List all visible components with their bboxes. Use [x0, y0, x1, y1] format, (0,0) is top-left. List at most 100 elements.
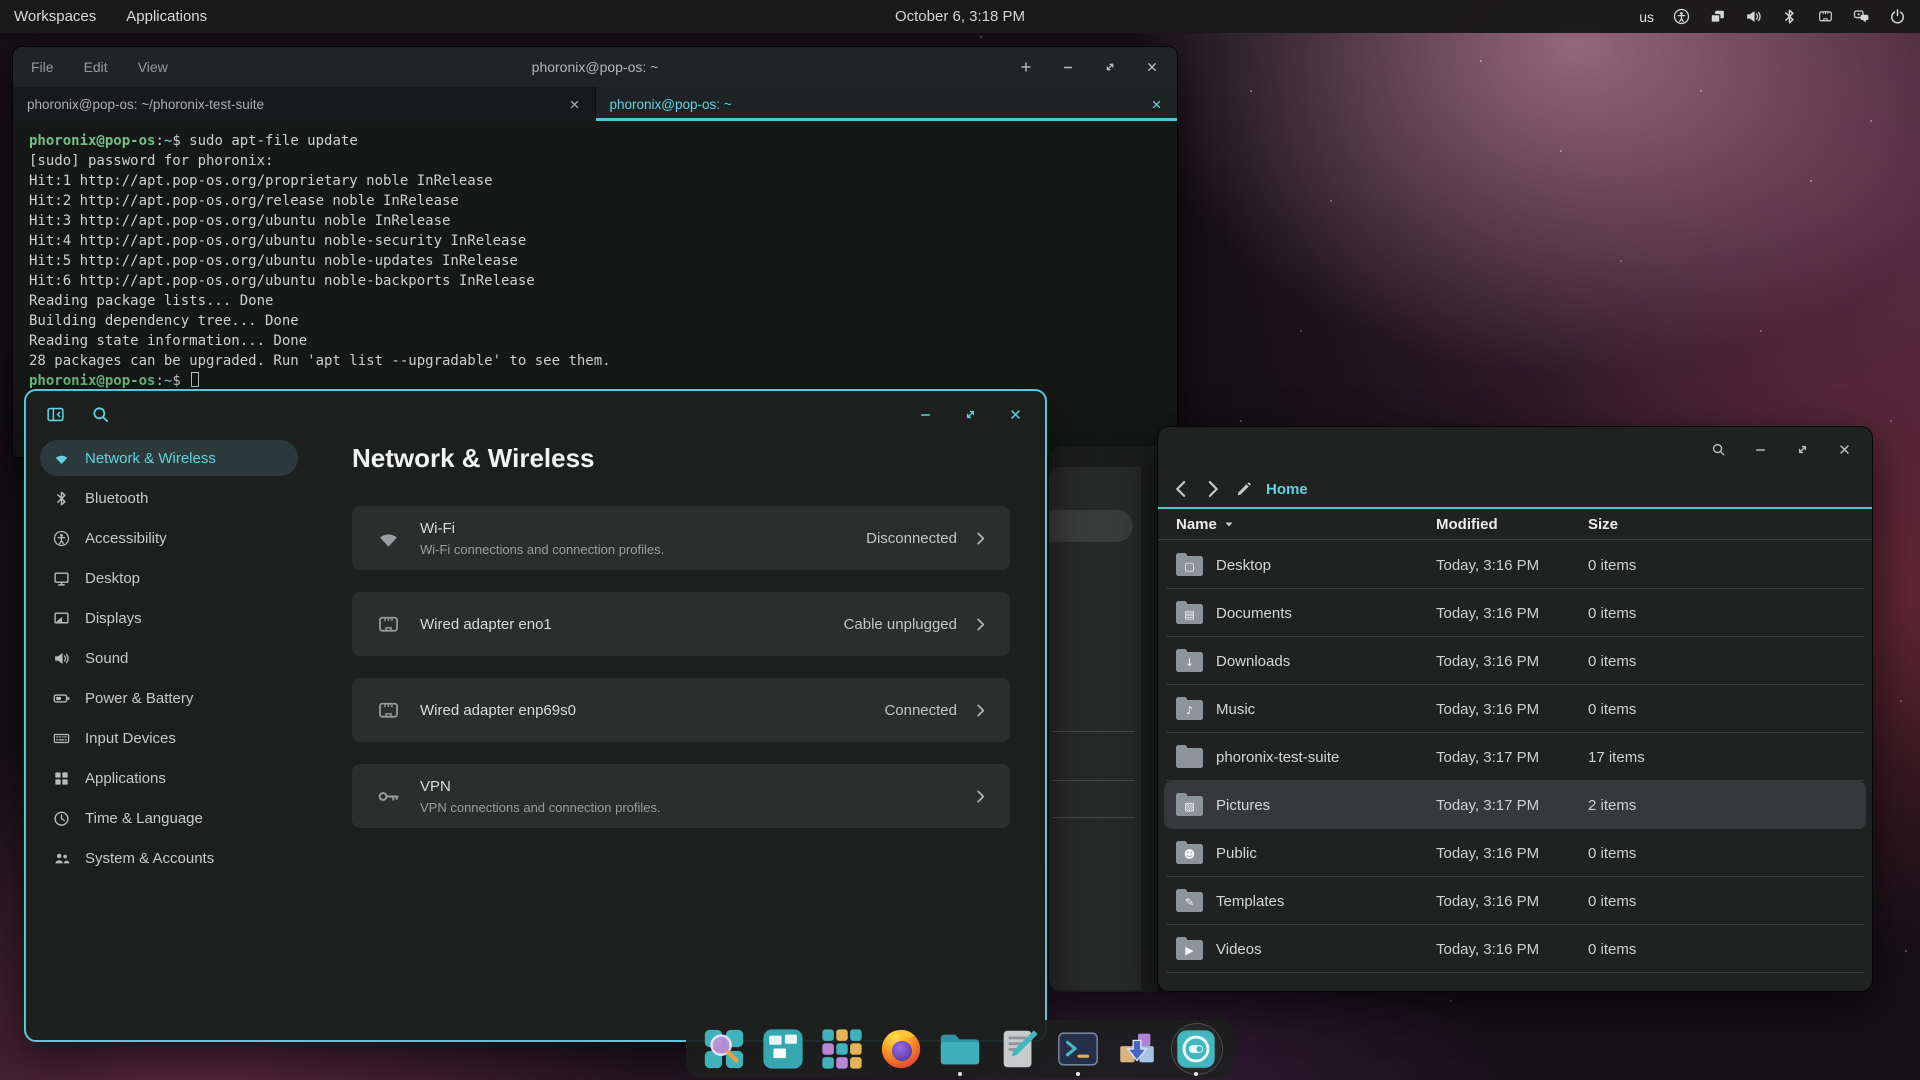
- sort-descending-icon: [1224, 519, 1234, 529]
- terminal-tab-1[interactable]: phoronix@pop-os: ~/phoronix-test-suite: [13, 87, 596, 121]
- folder-folder-icon: [1176, 748, 1203, 768]
- forward-icon[interactable]: [1203, 479, 1223, 499]
- file-row-pictures[interactable]: ▨PicturesToday, 3:17 PM2 items: [1164, 781, 1866, 829]
- settings-card-wired-adapter-eno1[interactable]: Wired adapter eno1Cable unplugged: [352, 592, 1010, 656]
- bluetooth-icon: [53, 490, 70, 507]
- back-icon[interactable]: [1171, 479, 1191, 499]
- sidebar-item-desktop[interactable]: Desktop: [40, 560, 298, 596]
- settings-card-wi-fi[interactable]: Wi-FiWi-Fi connections and connection pr…: [352, 506, 1010, 570]
- sidebar-toggle-icon[interactable]: [46, 405, 65, 424]
- minimize-icon[interactable]: [1753, 442, 1768, 457]
- dock-item-applications[interactable]: [817, 1020, 867, 1078]
- chevron-right-icon: [973, 531, 988, 546]
- sidebar-item-label: Power & Battery: [85, 690, 193, 707]
- file-row-templates[interactable]: ✎TemplatesToday, 3:16 PM0 items: [1164, 877, 1866, 925]
- dock-item-terminal[interactable]: [1053, 1020, 1103, 1078]
- tab-label: phoronix@pop-os: ~/phoronix-test-suite: [27, 97, 264, 112]
- dock-item-settings[interactable]: [1171, 1020, 1221, 1078]
- file-name: phoronix-test-suite: [1216, 749, 1339, 766]
- clock[interactable]: October 6, 3:18 PM: [0, 8, 1920, 25]
- clock-icon: [53, 810, 70, 827]
- files-window: Home NameModifiedSize ▢DesktopToday, 3:1…: [1157, 426, 1873, 992]
- terminal-menu-file[interactable]: File: [31, 59, 54, 75]
- tab-label: phoronix@pop-os: ~: [610, 97, 732, 112]
- search-icon[interactable]: [1711, 442, 1726, 457]
- files-titlebar[interactable]: [1158, 427, 1872, 471]
- terminal-output[interactable]: phoronix@pop-os:~$ sudo apt-file update[…: [13, 121, 1177, 391]
- sidebar-item-applications[interactable]: Applications: [40, 760, 298, 796]
- file-row-downloads[interactable]: ↓DownloadsToday, 3:16 PM0 items: [1164, 637, 1866, 685]
- dock-item-files[interactable]: [935, 1020, 985, 1078]
- sidebar-item-sound[interactable]: Sound: [40, 640, 298, 676]
- sidebar-item-time-language[interactable]: Time & Language: [40, 800, 298, 836]
- dock-item-workspaces[interactable]: [758, 1020, 808, 1078]
- file-row-music[interactable]: ♪MusicToday, 3:16 PM0 items: [1164, 685, 1866, 733]
- edit-location-icon[interactable]: [1235, 481, 1252, 498]
- sidebar-item-displays[interactable]: Displays: [40, 600, 298, 636]
- terminal-app-icon: [1055, 1026, 1101, 1072]
- sidebar-item-network-wireless[interactable]: Network & Wireless: [40, 440, 298, 476]
- sidebar-item-power-battery[interactable]: Power & Battery: [40, 680, 298, 716]
- accessibility-icon[interactable]: [1673, 8, 1690, 25]
- folder-music-icon: ♪: [1176, 700, 1203, 720]
- ethernet-icon: [376, 698, 401, 723]
- card-subtitle: VPN connections and connection profiles.: [420, 800, 973, 815]
- sidebar-item-accessibility[interactable]: Accessibility: [40, 520, 298, 556]
- terminal-menu-edit[interactable]: Edit: [84, 59, 108, 75]
- dock-item-pop-shop[interactable]: [1112, 1020, 1162, 1078]
- system-tray: us: [1639, 8, 1906, 25]
- column-header-modified[interactable]: Modified: [1436, 516, 1588, 533]
- minimize-icon[interactable]: [1061, 60, 1075, 74]
- settings-titlebar[interactable]: [26, 391, 1045, 437]
- folder-videos-icon: ▶: [1176, 940, 1203, 960]
- keyboard-layout-indicator[interactable]: us: [1639, 9, 1654, 25]
- breadcrumb-location[interactable]: Home: [1266, 481, 1308, 498]
- tab-close-icon[interactable]: [1150, 98, 1163, 111]
- chevron-right-icon: [973, 703, 988, 718]
- notifications-icon[interactable]: [1853, 8, 1870, 25]
- terminal-tab-2[interactable]: phoronix@pop-os: ~: [596, 87, 1178, 121]
- file-row-videos[interactable]: ▶VideosToday, 3:16 PM0 items: [1164, 925, 1866, 973]
- sidebar-item-bluetooth[interactable]: Bluetooth: [40, 480, 298, 516]
- wifi-icon: [376, 526, 401, 551]
- file-row-phoronix-test-suite[interactable]: phoronix-test-suiteToday, 3:17 PM17 item…: [1164, 733, 1866, 781]
- sidebar-item-input-devices[interactable]: Input Devices: [40, 720, 298, 756]
- file-row-desktop[interactable]: ▢DesktopToday, 3:16 PM0 items: [1164, 541, 1866, 589]
- sidebar-item-system-accounts[interactable]: System & Accounts: [40, 840, 298, 876]
- maximize-icon[interactable]: [1795, 442, 1810, 457]
- tab-close-icon[interactable]: [568, 98, 581, 111]
- dock-item-text-editor[interactable]: [994, 1020, 1044, 1078]
- terminal-titlebar[interactable]: FileEditView phoronix@pop-os: ~: [13, 47, 1177, 87]
- dock-item-firefox[interactable]: [876, 1020, 926, 1078]
- dock-item-launcher[interactable]: [699, 1020, 749, 1078]
- terminal-line: Hit:5 http://apt.pop-os.org/ubuntu noble…: [29, 251, 1177, 271]
- volume-icon[interactable]: [1745, 8, 1762, 25]
- close-icon[interactable]: [1837, 442, 1852, 457]
- desktop-icon: [53, 570, 70, 587]
- bluetooth-icon[interactable]: [1781, 8, 1798, 25]
- close-icon[interactable]: [1008, 407, 1023, 422]
- window-stack-icon[interactable]: [1709, 8, 1726, 25]
- close-icon[interactable]: [1145, 60, 1159, 74]
- new-tab-icon[interactable]: [1019, 60, 1033, 74]
- dock: [686, 1020, 1234, 1078]
- file-row-documents[interactable]: ▤DocumentsToday, 3:16 PM0 items: [1164, 589, 1866, 637]
- maximize-icon[interactable]: [1103, 60, 1117, 74]
- settings-card-wired-adapter-enp69s0[interactable]: Wired adapter enp69s0Connected: [352, 678, 1010, 742]
- ethernet-icon: [376, 612, 401, 637]
- power-icon[interactable]: [1889, 8, 1906, 25]
- terminal-menu-view[interactable]: View: [138, 59, 168, 75]
- column-header-size[interactable]: Size: [1588, 516, 1872, 533]
- file-row-public[interactable]: ☻PublicToday, 3:16 PM0 items: [1164, 829, 1866, 877]
- ethernet-icon[interactable]: [1817, 8, 1834, 25]
- maximize-icon[interactable]: [963, 407, 978, 422]
- file-size: 0 items: [1588, 941, 1866, 958]
- accessibility-icon: [53, 530, 70, 547]
- minimize-icon[interactable]: [918, 407, 933, 422]
- column-header-name[interactable]: Name: [1176, 516, 1436, 533]
- terminal-cursor: [191, 372, 199, 387]
- file-list: ▢DesktopToday, 3:16 PM0 items▤DocumentsT…: [1158, 540, 1872, 973]
- search-icon[interactable]: [91, 405, 110, 424]
- key-icon: [376, 784, 401, 809]
- settings-card-vpn[interactable]: VPNVPN connections and connection profil…: [352, 764, 1010, 828]
